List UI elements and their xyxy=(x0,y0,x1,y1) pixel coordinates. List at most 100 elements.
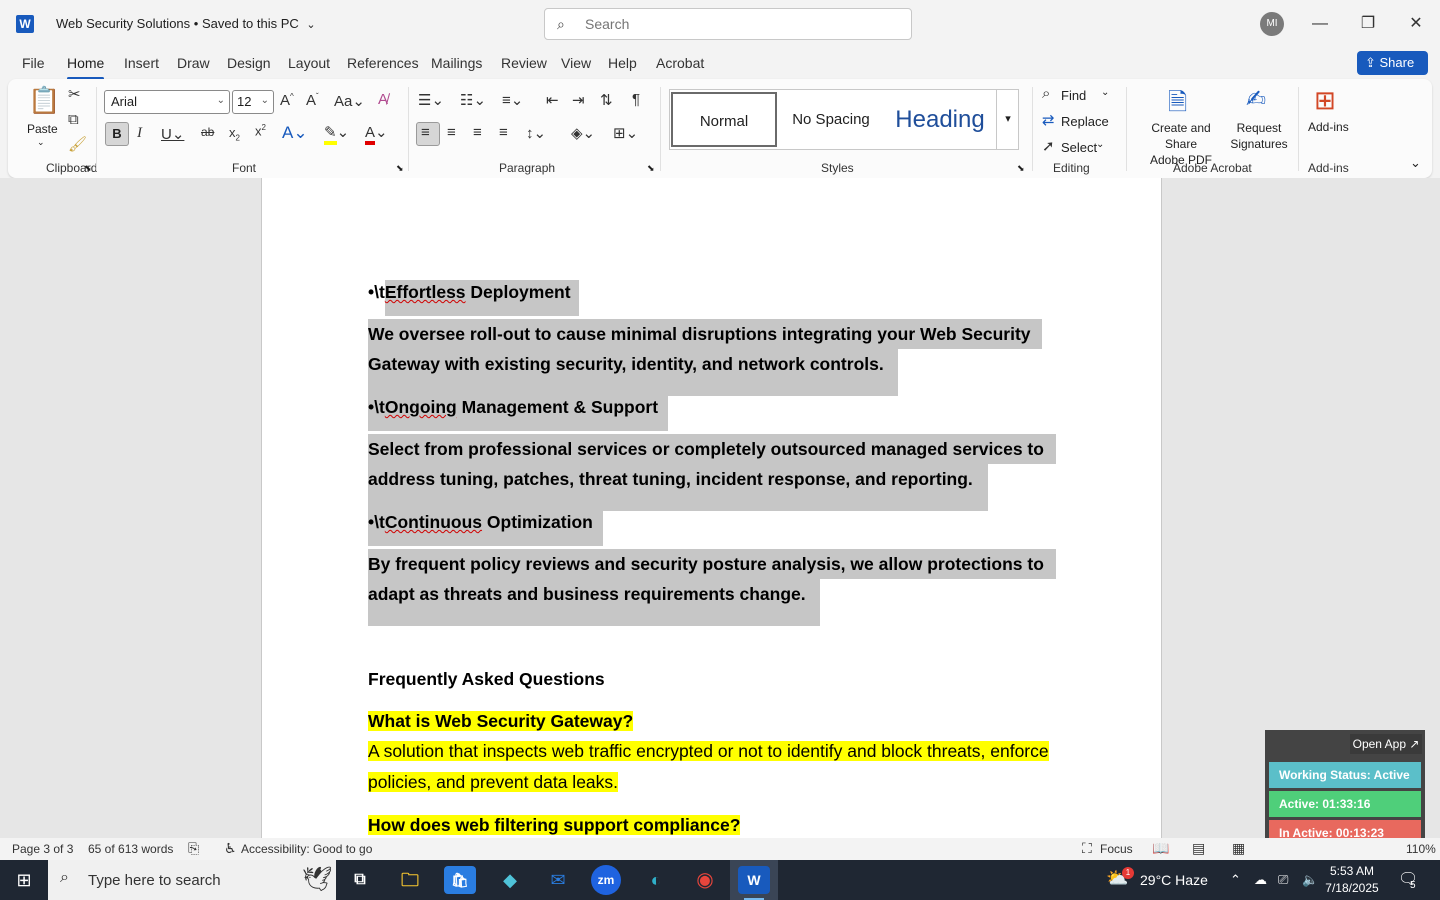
style-no-spacing[interactable]: No Spacing xyxy=(780,90,882,149)
taskbar-search[interactable]: ⌕ Type here to search 🕊 xyxy=(48,860,336,900)
replace-icon[interactable]: ⇄ xyxy=(1042,111,1055,129)
avatar[interactable]: MI xyxy=(1260,12,1284,36)
para-optimization-line2[interactable]: adapt as threats and business requiremen… xyxy=(368,579,820,626)
restore-icon[interactable]: ❐ xyxy=(1354,10,1382,38)
grow-font-icon[interactable]: A^ xyxy=(280,92,294,109)
multilevel-list-icon[interactable]: ≡⌄ xyxy=(502,91,523,109)
tab-insert[interactable]: Insert xyxy=(124,55,159,71)
print-layout-icon[interactable]: ▤ xyxy=(1192,840,1205,857)
store-icon[interactable]: 🛍 xyxy=(444,866,476,894)
underline-button[interactable]: U⌄ xyxy=(161,125,184,143)
para-deployment-line1[interactable]: We oversee roll-out to cause minimal dis… xyxy=(368,319,1042,349)
sort-icon[interactable]: ⇅ xyxy=(600,91,613,109)
paragraph-launcher-icon[interactable]: ⬊ xyxy=(647,163,655,174)
request-signatures-button[interactable]: Request Signatures xyxy=(1226,120,1292,152)
document-canvas[interactable]: •\tEffortless Deployment We oversee roll… xyxy=(0,178,1440,838)
tab-file[interactable]: File xyxy=(22,55,45,71)
web-layout-icon[interactable]: ▦ xyxy=(1232,840,1245,857)
add-ins-icon[interactable]: ⊞ xyxy=(1314,85,1336,116)
para-management-line1[interactable]: Select from professional services or com… xyxy=(368,434,1056,464)
change-case-icon[interactable]: Aa⌄ xyxy=(334,92,365,110)
font-name-select[interactable]: Arial ⌄ xyxy=(104,90,230,114)
file-explorer-icon[interactable]: 🗀 xyxy=(394,866,426,894)
tab-references[interactable]: References xyxy=(347,55,419,71)
text-effects-icon[interactable]: A⌄ xyxy=(282,123,308,143)
system-clock[interactable]: 5:53 AM 7/18/2025 xyxy=(1320,863,1384,897)
weather-text[interactable]: 29°C Haze xyxy=(1140,872,1208,888)
select-button[interactable]: Select xyxy=(1061,140,1097,155)
read-mode-icon[interactable]: 📖 xyxy=(1152,840,1169,857)
para-management-line2[interactable]: address tuning, patches, threat tuning, … xyxy=(368,464,988,511)
styles-more-icon[interactable]: ▾ xyxy=(996,90,1019,149)
faq-answer-1-line2[interactable]: policies, and prevent data leaks. xyxy=(368,767,619,797)
select-chevron-icon[interactable]: ⌄ xyxy=(1096,139,1104,150)
request-signatures-icon[interactable]: ✍ xyxy=(1246,85,1266,114)
focus-button[interactable]: Focus xyxy=(1100,842,1133,856)
select-cursor-icon[interactable]: ➚ xyxy=(1042,137,1055,155)
shading-icon[interactable]: ◈⌄ xyxy=(571,124,595,142)
share-button[interactable]: ⇪ Share xyxy=(1357,51,1428,75)
highlight-icon[interactable]: ✎⌄ xyxy=(324,123,349,145)
tab-home[interactable]: Home xyxy=(67,55,105,80)
tab-review[interactable]: Review xyxy=(501,55,547,71)
style-normal[interactable]: Normal xyxy=(671,92,777,147)
volume-icon[interactable]: 🔈 xyxy=(1302,872,1318,888)
style-heading[interactable]: Heading xyxy=(884,90,996,149)
close-icon[interactable]: ✕ xyxy=(1402,10,1430,38)
borders-icon[interactable]: ⊞⌄ xyxy=(613,124,638,142)
styles-launcher-icon[interactable]: ⬊ xyxy=(1017,163,1025,174)
clipboard-launcher-icon[interactable]: ⬊ xyxy=(84,163,92,174)
search-input[interactable] xyxy=(585,14,895,34)
tab-design[interactable]: Design xyxy=(227,55,271,71)
chrome-icon[interactable]: ◉ xyxy=(689,866,721,894)
search-box[interactable]: ⌕ xyxy=(544,8,912,40)
superscript-button[interactable]: x2 xyxy=(255,123,266,138)
bullet-continuous-optimization[interactable]: •\tContinuous Optimization xyxy=(368,507,603,546)
align-right-icon[interactable]: ≡ xyxy=(473,124,482,141)
justify-icon[interactable]: ≡ xyxy=(499,124,508,141)
italic-button[interactable]: I xyxy=(137,125,142,142)
bold-button[interactable]: B xyxy=(105,122,129,146)
mail-icon[interactable]: ✉ xyxy=(542,866,574,894)
accessibility-status[interactable]: Accessibility: Good to go xyxy=(241,842,372,856)
copy-icon[interactable]: ⧉ xyxy=(68,111,79,128)
font-launcher-icon[interactable]: ⬊ xyxy=(396,163,404,174)
font-size-select[interactable]: 12 ⌄ xyxy=(232,90,274,114)
align-center-icon[interactable]: ≡ xyxy=(447,124,456,141)
faq-question-2[interactable]: How does web filtering support complianc… xyxy=(368,810,741,838)
minimize-icon[interactable]: — xyxy=(1306,10,1334,38)
proofing-icon[interactable]: ⎘ xyxy=(188,840,199,857)
tab-help[interactable]: Help xyxy=(608,55,637,71)
faq-heading[interactable]: Frequently Asked Questions xyxy=(368,664,605,694)
bullets-icon[interactable]: ☰⌄ xyxy=(418,91,444,109)
faq-question-1[interactable]: What is Web Security Gateway? xyxy=(368,706,634,736)
find-icon[interactable]: ⌕ xyxy=(1042,85,1050,102)
zoom-app-icon[interactable]: zm xyxy=(591,865,621,895)
para-deployment-line2[interactable]: Gateway with existing security, identity… xyxy=(368,349,898,396)
tray-chevron-up-icon[interactable]: ⌃ xyxy=(1230,872,1241,888)
format-painter-icon[interactable]: 🖌 xyxy=(68,135,87,153)
line-spacing-icon[interactable]: ↕⌄ xyxy=(526,124,546,142)
tab-layout[interactable]: Layout xyxy=(288,55,330,71)
replace-button[interactable]: Replace xyxy=(1061,114,1109,129)
tab-mailings[interactable]: Mailings xyxy=(431,55,482,71)
find-button[interactable]: Find xyxy=(1061,88,1086,103)
word-count[interactable]: 65 of 613 words xyxy=(88,842,173,856)
network-icon[interactable]: ⎚ xyxy=(1278,872,1288,888)
tab-acrobat[interactable]: Acrobat xyxy=(656,55,704,71)
para-optimization-line1[interactable]: By frequent policy reviews and security … xyxy=(368,549,1056,579)
faq-answer-1-line1[interactable]: A solution that inspects web traffic enc… xyxy=(368,736,1049,766)
windows-start-icon[interactable]: ⊞ xyxy=(0,860,48,900)
strikethrough-button[interactable]: ab xyxy=(201,125,214,139)
edge-icon[interactable]: ◐ xyxy=(640,866,672,894)
app-diamond-icon[interactable]: ◆ xyxy=(494,866,526,894)
tab-draw[interactable]: Draw xyxy=(177,55,210,71)
page-count[interactable]: Page 3 of 3 xyxy=(12,842,73,856)
bullet-ongoing-management[interactable]: •\tOngoing Management & Support xyxy=(368,392,669,431)
paste-button[interactable]: Paste xyxy=(27,122,58,136)
numbering-icon[interactable]: ☷⌄ xyxy=(460,91,486,109)
shrink-font-icon[interactable]: Aˇ xyxy=(306,92,319,109)
accessibility-icon[interactable]: ♿ xyxy=(224,840,237,857)
subscript-button[interactable]: x2 xyxy=(229,125,240,143)
document-title[interactable]: Web Security Solutions • Saved to this P… xyxy=(56,16,316,31)
